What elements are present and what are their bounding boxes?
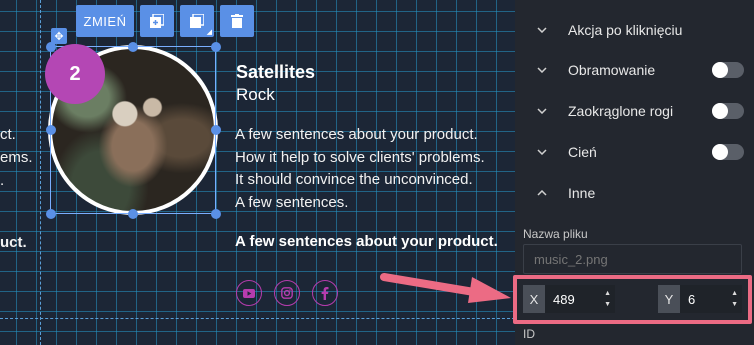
layers-button[interactable]: ◢ <box>180 5 214 37</box>
move-handle-icon[interactable]: ✥ <box>51 28 67 44</box>
highlight-box <box>513 275 752 324</box>
cut-off-text-line: ct. <box>0 126 16 143</box>
description-line: A few sentences about your product. <box>235 126 478 143</box>
resize-handle[interactable] <box>211 42 221 52</box>
duplicate-icon <box>150 14 164 28</box>
step-number-badge: 2 <box>45 44 105 104</box>
description-line: A few sentences. <box>235 193 349 211</box>
chevron-down-icon <box>536 64 548 76</box>
section-other[interactable]: Inne <box>515 173 754 213</box>
section-label: Akcja po kliknięciu <box>568 22 683 38</box>
section-label: Obramowanie <box>568 62 656 78</box>
product-subtitle[interactable]: Rock <box>236 85 275 105</box>
chevron-down-icon <box>536 146 548 158</box>
trash-icon <box>231 14 243 28</box>
duplicate-button[interactable] <box>140 5 174 37</box>
cut-off-text-line: uct. <box>0 234 27 251</box>
section-click-action[interactable]: Akcja po kliknięciu <box>515 10 754 50</box>
delete-button[interactable] <box>220 5 254 37</box>
resize-handle[interactable] <box>128 209 138 219</box>
id-label: ID <box>523 327 535 341</box>
file-name-label: Nazwa pliku <box>523 227 588 241</box>
youtube-icon[interactable] <box>236 280 262 306</box>
product-bold-text[interactable]: A few sentences about your product. <box>235 233 498 250</box>
cut-off-text-line: ems. <box>0 149 33 166</box>
resize-handle[interactable] <box>46 209 56 219</box>
horizontal-guide-line <box>0 318 515 319</box>
resize-handle[interactable] <box>128 42 138 52</box>
element-toolbar: ZMIEŃ ◢ <box>76 5 254 37</box>
file-name-input[interactable] <box>523 244 742 274</box>
section-label: Cień <box>568 144 597 160</box>
instagram-icon[interactable] <box>274 280 300 306</box>
cut-off-text-line: . <box>0 172 5 189</box>
facebook-icon[interactable] <box>312 280 338 306</box>
change-image-button[interactable]: ZMIEŃ <box>76 5 134 37</box>
corner-triangle-icon: ◢ <box>206 29 212 36</box>
product-description[interactable]: A few sentences about your product. How … <box>235 124 485 214</box>
social-icons <box>236 280 338 306</box>
section-border[interactable]: Obramowanie <box>515 50 754 90</box>
chevron-down-icon <box>536 105 548 117</box>
resize-handle[interactable] <box>211 209 221 219</box>
section-label: Inne <box>568 185 596 201</box>
vertical-guide-line <box>40 0 41 345</box>
rounded-corners-toggle[interactable] <box>712 103 744 119</box>
resize-handle[interactable] <box>46 125 56 135</box>
layers-icon <box>190 14 204 28</box>
section-rounded-corners[interactable]: Zaokrąglone rogi <box>515 91 754 131</box>
description-line: How it help to solve clients' problems. <box>235 148 485 166</box>
border-toggle[interactable] <box>712 62 744 78</box>
pointer-arrow-icon <box>380 273 511 303</box>
shadow-toggle[interactable] <box>712 144 744 160</box>
section-label: Zaokrąglone rogi <box>568 103 674 119</box>
description-line: It should convince the unconvinced. <box>235 171 473 188</box>
section-shadow[interactable]: Cień <box>515 132 754 172</box>
chevron-down-icon <box>536 24 548 36</box>
chevron-up-icon <box>536 187 548 199</box>
product-title[interactable]: Satellites <box>236 62 315 83</box>
resize-handle[interactable] <box>211 125 221 135</box>
